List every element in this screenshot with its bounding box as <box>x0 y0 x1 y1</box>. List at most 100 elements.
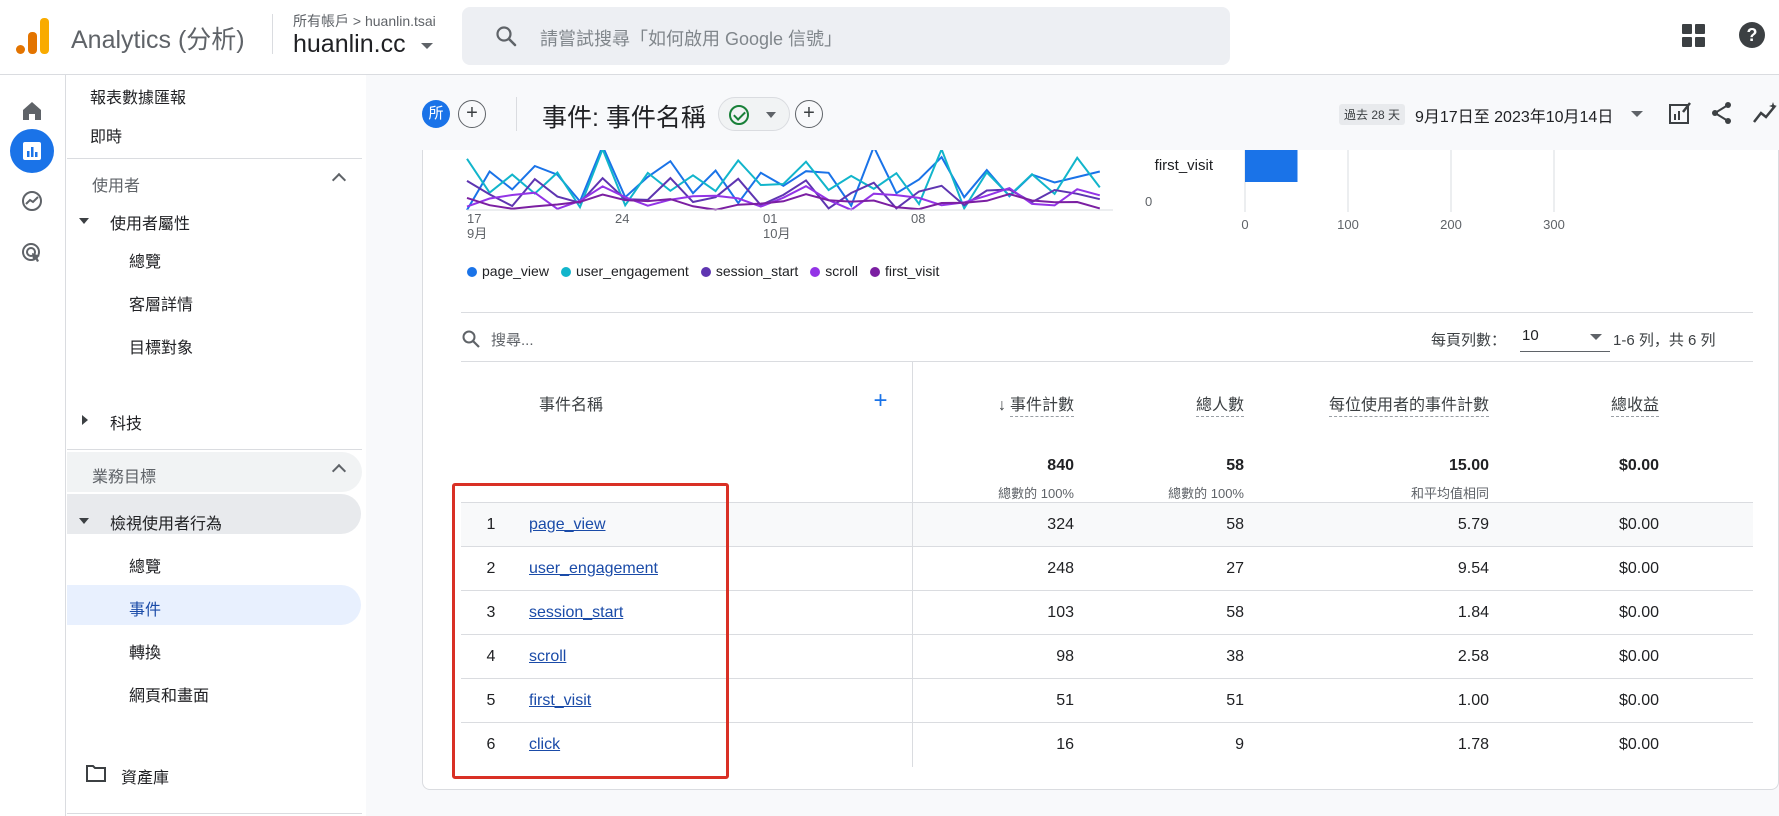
expand-icon[interactable] <box>79 218 89 224</box>
nav-library[interactable]: 資產庫 <box>121 764 169 788</box>
explore-icon[interactable] <box>10 179 54 223</box>
col-header-total-users[interactable]: 總人數 58 總數的 100% <box>1082 362 1252 503</box>
x-tick-label: 9月 <box>467 226 487 241</box>
event-count-cell: 16 <box>912 722 1082 767</box>
series-line <box>466 150 1101 211</box>
x-tick-label: 08 <box>911 211 925 226</box>
legend-swatch <box>560 267 571 277</box>
bar-first-visit[interactable] <box>1245 150 1298 182</box>
nav-pages-screens[interactable]: 網頁和畫面 <box>129 682 209 706</box>
collapse-icon[interactable] <box>82 415 88 425</box>
nav-divider <box>67 813 362 814</box>
legend-swatch <box>869 267 880 277</box>
analytics-logo[interactable] <box>16 18 50 54</box>
revenue-cell: $0.00 <box>1497 590 1667 635</box>
insights-icon[interactable] <box>1753 100 1779 126</box>
total-users: 58 <box>1226 457 1244 474</box>
nav-divider <box>67 449 362 450</box>
chart-lines <box>466 150 1101 211</box>
account-breadcrumb[interactable]: 所有帳戶 > huanlin.tsai <box>293 11 436 31</box>
col-header-per-user[interactable]: 每位使用者的事件計數 15.00 和平均值相同 <box>1252 362 1497 503</box>
table-search-input[interactable]: 搜尋... <box>491 329 534 350</box>
event-count-cell: 324 <box>912 502 1082 547</box>
col-header-event-name: 事件名稱 + <box>461 362 913 503</box>
revenue-cell: $0.00 <box>1497 678 1667 723</box>
nav-overview[interactable]: 總覽 <box>129 553 161 577</box>
total-per-user-note: 和平均值相同 <box>1410 486 1489 501</box>
bar-x-tick-label: 300 <box>1543 217 1565 232</box>
col-header-total-revenue[interactable]: 總收益 $0.00 <box>1497 362 1667 503</box>
bar-x-tick-label: 0 <box>1241 217 1248 232</box>
event-count-cell: 103 <box>912 590 1082 635</box>
reports-nav: 報表數據匯報 即時 使用者 使用者屬性 總覽 客層詳情 目標對象 科技 業務目標… <box>66 75 366 816</box>
nav-reports-snapshot[interactable]: 報表數據匯報 <box>90 84 186 108</box>
sort-down-icon: ↓ <box>997 397 1006 414</box>
nav-conversions[interactable]: 轉換 <box>129 639 161 663</box>
apps-grid-icon[interactable] <box>1682 24 1706 48</box>
app-title: Analytics (分析) <box>71 26 245 54</box>
chevron-up-icon <box>331 172 347 188</box>
total-users-cell: 51 <box>1082 678 1252 723</box>
divider <box>272 14 273 54</box>
total-users-cell: 9 <box>1082 722 1252 767</box>
search-icon <box>496 26 517 47</box>
add-filter-icon[interactable]: + <box>795 100 823 128</box>
top-bar: Analytics (分析) 所有帳戶 > huanlin.tsai huanl… <box>0 0 1779 75</box>
add-comparison-icon[interactable]: + <box>458 100 486 128</box>
pagination-info: 1-6 列，共 6 列 <box>1613 332 1716 349</box>
x-tick-label: 24 <box>615 211 629 226</box>
revenue-cell: $0.00 <box>1497 502 1667 547</box>
legend-label: session_start <box>715 263 799 279</box>
search-bar[interactable]: 請嘗試搜尋「如何啟用 Google 信號」 <box>462 7 1230 65</box>
total-users-cell: 38 <box>1082 634 1252 679</box>
total-revenue: $0.00 <box>1618 457 1659 474</box>
help-icon[interactable]: ? <box>1739 22 1765 48</box>
total-event-count-pct: 總數的 100% <box>998 486 1074 501</box>
legend-swatch <box>810 267 821 277</box>
nav-user-attributes[interactable]: 使用者屬性 <box>110 210 190 234</box>
nav-section-business[interactable]: 業務目標 <box>67 452 362 492</box>
expand-icon[interactable] <box>79 518 89 524</box>
nav-events-row[interactable] <box>67 585 361 625</box>
nav-realtime[interactable]: 即時 <box>90 123 122 147</box>
status-dropdown[interactable] <box>718 97 790 131</box>
nav-tech[interactable]: 科技 <box>110 410 142 434</box>
add-dimension-icon[interactable]: + <box>873 387 887 415</box>
account-selector[interactable]: huanlin.cc <box>293 30 406 59</box>
event-bar-chart: first_visit 0 100 200 300 <box>1155 150 1565 232</box>
nav-overview[interactable]: 總覽 <box>129 248 161 272</box>
customize-report-icon[interactable] <box>1667 100 1693 126</box>
report-header: 所 + 事件: 事件名稱 + 過去 28 天 9月17日至 2023年10月14… <box>366 75 1779 155</box>
section-label: 業務目標 <box>92 469 157 486</box>
bar-x-tick-label: 200 <box>1440 217 1462 232</box>
event-count-cell: 98 <box>912 634 1082 679</box>
share-icon[interactable] <box>1709 100 1735 126</box>
nav-audiences[interactable]: 目標對象 <box>129 334 193 358</box>
reports-icon[interactable] <box>10 129 54 173</box>
date-range[interactable]: 9月17日至 2023年10月14日 <box>1415 103 1613 127</box>
advertising-icon[interactable] <box>10 231 54 275</box>
y-tick-label: 0 <box>1145 194 1152 209</box>
total-event-count: 840 <box>1047 457 1074 474</box>
legend-item: first_visit <box>869 263 939 279</box>
legend-item: session_start <box>700 263 799 279</box>
col-header-event-count[interactable]: ↓ 事件計數 840 總數的 100% <box>912 362 1082 503</box>
chevron-down-icon[interactable] <box>1631 111 1643 117</box>
comparison-badge[interactable]: 所 <box>422 100 450 128</box>
home-icon[interactable] <box>10 89 54 133</box>
legend-swatch <box>700 267 711 277</box>
total-users-cell: 27 <box>1082 546 1252 591</box>
col-header-label: 事件計數 <box>1009 397 1074 417</box>
date-preset-chip[interactable]: 過去 28 天 <box>1339 104 1406 125</box>
chevron-down-icon[interactable] <box>421 43 433 49</box>
rows-per-page-select[interactable]: 10 <box>1520 324 1610 352</box>
per-user-cell: 1.84 <box>1252 590 1497 635</box>
nav-audience-details[interactable]: 客層詳情 <box>129 291 193 315</box>
nav-events[interactable]: 事件 <box>129 596 161 620</box>
nav-engagement[interactable]: 檢視使用者行為 <box>110 510 222 534</box>
legend-swatch <box>467 267 477 277</box>
per-user-cell: 1.00 <box>1252 678 1497 723</box>
nav-section-users[interactable]: 使用者 <box>67 161 362 201</box>
legend-item: scroll <box>810 263 858 279</box>
total-users-cell: 58 <box>1082 502 1252 547</box>
